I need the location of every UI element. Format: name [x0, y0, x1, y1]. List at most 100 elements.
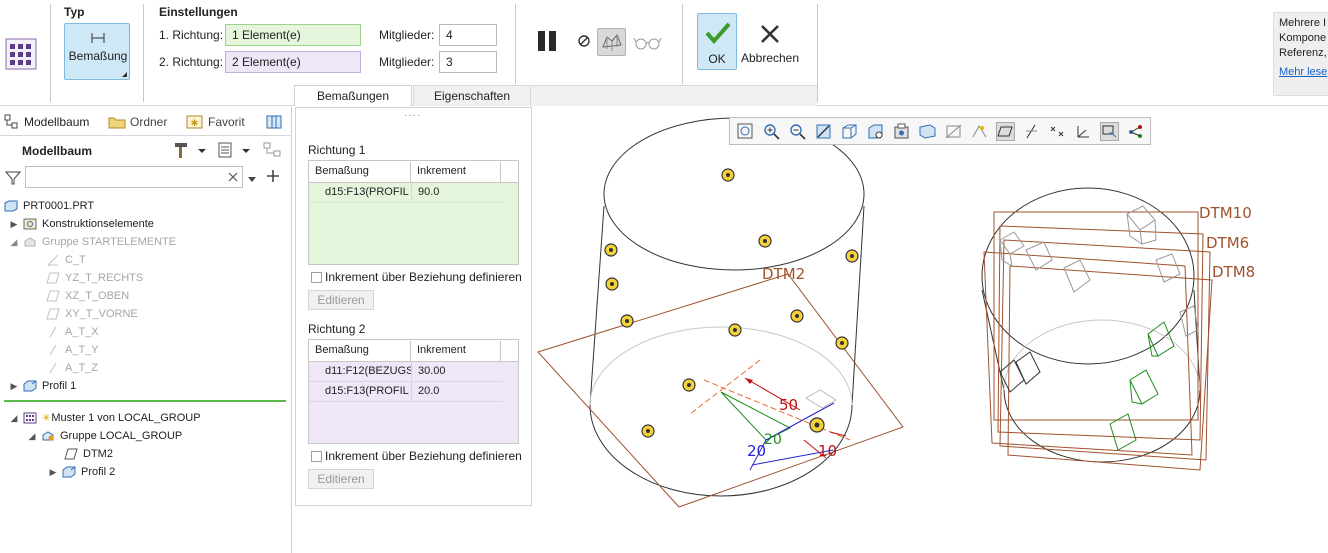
- datum-label-dtm6[interactable]: DTM6: [1206, 234, 1249, 252]
- datum-label-dtm10[interactable]: DTM10: [1199, 204, 1252, 222]
- members1-input[interactable]: 4: [439, 24, 497, 46]
- datum-label-dtm8[interactable]: DTM8: [1212, 263, 1255, 281]
- repaint-button[interactable]: [814, 122, 833, 141]
- ok-label: OK: [708, 52, 726, 66]
- spin-center-icon: [1129, 125, 1142, 138]
- column-header-dimension[interactable]: Bemaßung: [309, 341, 411, 362]
- tree-item-xy-front[interactable]: XY_T_VORNE: [42, 305, 138, 323]
- tab-dimensions[interactable]: Bemaßungen: [294, 85, 412, 106]
- tree-item-a-t-x[interactable]: A_T_X: [42, 323, 99, 341]
- tab-properties[interactable]: Eigenschaften: [413, 85, 531, 106]
- direction2-relation-checkbox[interactable]: [311, 451, 322, 462]
- tree-item-label: Muster 1 von LOCAL_GROUP: [51, 412, 201, 424]
- expand-arrow-icon[interactable]: ▶: [9, 219, 19, 230]
- insert-here-marker[interactable]: [4, 400, 286, 402]
- expand-arrow-icon[interactable]: ▶: [48, 467, 58, 478]
- datum-display-button[interactable]: [970, 122, 989, 141]
- no-preview-button[interactable]: [574, 31, 594, 51]
- geometry-preview-button[interactable]: [597, 28, 626, 56]
- collapse-arrow-icon[interactable]: ◢: [9, 237, 19, 248]
- ok-button[interactable]: OK: [697, 13, 737, 70]
- tree-tools-button[interactable]: [172, 141, 208, 159]
- direction2-label: 2. Richtung:: [159, 55, 224, 69]
- direction2-collector[interactable]: 2 Element(e): [225, 51, 361, 73]
- table-options-icon: [266, 115, 282, 129]
- tab-favorites[interactable]: ✱ Favorit: [186, 111, 252, 133]
- direction2-edit-button[interactable]: Editieren: [308, 469, 374, 489]
- datum-label-dtm2[interactable]: DTM2: [762, 265, 805, 283]
- plane-display-button[interactable]: [996, 122, 1015, 141]
- tree-item-xz-top[interactable]: XZ_T_OBEN: [42, 287, 129, 305]
- view-manager-button[interactable]: [892, 122, 911, 141]
- type-dimension-button[interactable]: Bemaßung: [64, 23, 130, 80]
- direction1-collector[interactable]: 1 Element(e): [225, 24, 361, 46]
- expand-arrow-icon[interactable]: ▶: [9, 381, 19, 392]
- pause-button[interactable]: [534, 27, 562, 55]
- tree-item-dtm2[interactable]: DTM2: [60, 445, 113, 463]
- increment-cell[interactable]: 20.0: [411, 382, 501, 400]
- tree-item-design-items[interactable]: ▶ Konstruktionselemente: [9, 215, 154, 233]
- table-row[interactable]: d15:F13(PROFIL 90.0: [309, 183, 503, 203]
- display-style-button[interactable]: [840, 122, 859, 141]
- tree-item-c-t[interactable]: C_T: [42, 251, 86, 269]
- graphics-viewport[interactable]: DTM2 50 20 20 10 DTM10 DTM6 DTM8: [532, 107, 1328, 553]
- saved-orientations-button[interactable]: [866, 122, 885, 141]
- direction2-table[interactable]: Bemaßung Inkrement d11:F12(BEZUGS 30.00 …: [308, 339, 519, 444]
- tree-item-part[interactable]: PRT0001.PRT: [4, 197, 94, 215]
- column-header-dimension[interactable]: Bemaßung: [309, 162, 411, 183]
- collapse-arrow-icon[interactable]: ◢: [27, 431, 37, 442]
- point-display-button[interactable]: [1048, 122, 1067, 141]
- direction2-title: Richtung 2: [308, 322, 366, 336]
- members2-input[interactable]: 3: [439, 51, 497, 73]
- tree-search-input[interactable]: [25, 166, 243, 188]
- section-button[interactable]: [944, 122, 963, 141]
- tree-item-a-t-z[interactable]: A_T_Z: [42, 359, 98, 377]
- dim-label-50[interactable]: 50: [779, 396, 798, 414]
- table-row[interactable]: d15:F13(PROFIL 20.0: [309, 382, 503, 402]
- tree-item-pattern-1[interactable]: ◢ ✳ Muster 1 von LOCAL_GROUP: [9, 409, 201, 427]
- tab-folder[interactable]: Ordner: [108, 111, 176, 133]
- csys-display-button[interactable]: [1074, 122, 1093, 141]
- table-row[interactable]: d11:F12(BEZUGS 30.00: [309, 362, 503, 382]
- increment-cell[interactable]: 30.00: [411, 362, 501, 380]
- zoom-out-button[interactable]: [788, 122, 807, 141]
- clear-search-icon[interactable]: [227, 171, 239, 183]
- tree-item-a-t-y[interactable]: A_T_Y: [42, 341, 99, 359]
- direction1-edit-button[interactable]: Editieren: [308, 290, 374, 310]
- increment-cell[interactable]: 90.0: [411, 183, 501, 201]
- tab-model-tree[interactable]: Modellbaum: [2, 111, 102, 133]
- model-tree-icon: [4, 114, 18, 129]
- collapse-arrow-icon[interactable]: ◢: [9, 413, 19, 424]
- tree-item-profil-1[interactable]: ▶ Profil 1: [9, 377, 77, 395]
- dim-label-20-green[interactable]: 20: [764, 432, 782, 448]
- search-dropdown-icon[interactable]: [247, 173, 257, 182]
- tools-hammer-icon: [175, 143, 206, 158]
- tree-item-group-start[interactable]: ◢ Gruppe STARTELEMENTE: [9, 233, 177, 251]
- direction1-relation-checkbox[interactable]: [311, 272, 322, 283]
- axis-display-icon: [1026, 124, 1037, 139]
- cancel-button[interactable]: Abbrechen: [740, 13, 800, 70]
- tree-item-yz-right[interactable]: YZ_T_RECHTS: [42, 269, 143, 287]
- direction1-table[interactable]: Bemaßung Inkrement d15:F13(PROFIL 90.0: [308, 160, 519, 265]
- annotation-display-button[interactable]: [1100, 122, 1119, 141]
- dim-label-10[interactable]: 10: [818, 442, 837, 460]
- column-header-increment[interactable]: Inkrement: [411, 341, 501, 362]
- column-header-increment[interactable]: Inkrement: [411, 162, 501, 183]
- refit-button[interactable]: [736, 122, 755, 141]
- axis-display-button[interactable]: [1022, 122, 1041, 141]
- spin-center-button[interactable]: [1126, 122, 1145, 141]
- zoom-in-button[interactable]: [762, 122, 781, 141]
- glasses-preview-button[interactable]: [632, 30, 664, 54]
- datum-plane-icon: [46, 272, 60, 284]
- panel-options-button[interactable]: [264, 113, 284, 131]
- tree-view-button[interactable]: [216, 141, 252, 159]
- tree-filter-settings-button[interactable]: [262, 141, 284, 159]
- tree-item-label: A_T_Z: [65, 362, 99, 374]
- dim-label-20-blue[interactable]: 20: [747, 442, 766, 460]
- tree-item-local-group[interactable]: ◢ Gruppe LOCAL_GROUP: [27, 427, 183, 445]
- help-more-link[interactable]: Mehr lese: [1279, 65, 1327, 80]
- tree-item-profil-2[interactable]: ▶ Profil 2: [48, 463, 116, 481]
- perspective-button[interactable]: [918, 122, 937, 141]
- panel-grip[interactable]: ····: [404, 110, 421, 121]
- add-filter-icon[interactable]: [266, 169, 280, 183]
